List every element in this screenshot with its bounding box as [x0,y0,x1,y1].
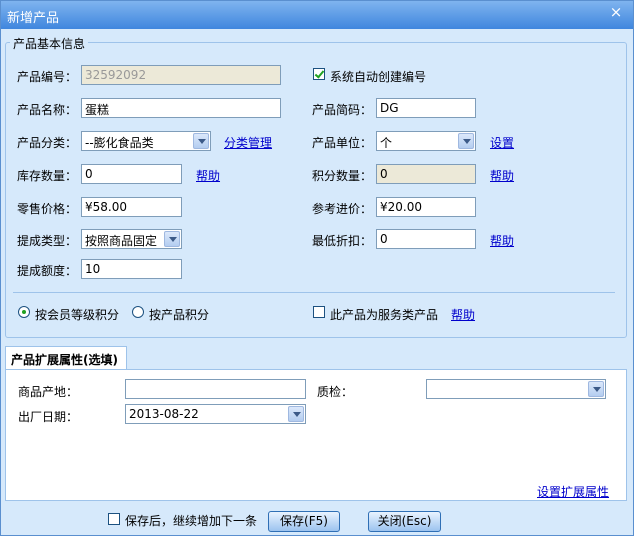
unit-select[interactable]: 个 [376,131,476,151]
member-level-points-label: 按会员等级积分 [35,308,120,322]
ref-price-input[interactable]: ¥20.00 [376,197,476,217]
commission-type-value: 按照商品固定比 [85,234,158,248]
product-name-input[interactable]: 蛋糕 [81,98,281,118]
member-level-points-radio[interactable] [18,306,30,318]
quality-select[interactable] [426,379,606,399]
tab-extension-attributes[interactable]: 产品扩展属性(选填) [5,346,127,370]
divider [13,292,615,293]
retail-price-input[interactable]: ¥58.00 [81,197,182,217]
basic-info-group [5,42,627,338]
points-help-link[interactable]: 帮助 [490,167,514,184]
category-manage-link[interactable]: 分类管理 [224,134,272,151]
category-value: --膨化食品类 [85,136,154,150]
points-input: 0 [376,164,476,184]
factory-date-picker[interactable]: 2013-08-22 [125,404,306,424]
save-button[interactable]: 保存(F5) [268,511,340,532]
auto-code-label: 系统自动创建编号 [330,70,427,84]
chevron-down-icon[interactable] [288,406,304,422]
points-label: 积分数量： [312,169,373,183]
commission-type-label: 提成类型： [17,234,78,248]
origin-label: 商品产地： [18,385,79,399]
unit-label: 产品单位： [312,136,373,150]
new-product-dialog: 新增产品 × 产品基本信息 产品编号： 32592092 系统自动创建编号 产品… [0,0,634,536]
category-select[interactable]: --膨化食品类 [81,131,211,151]
retail-price-label: 零售价格： [17,202,78,216]
close-icon[interactable]: × [607,3,625,21]
commission-amount-label: 提成额度： [17,264,78,278]
origin-input[interactable] [125,379,306,399]
close-button[interactable]: 关闭(Esc) [368,511,441,532]
continue-add-label: 保存后，继续增加下一条 [125,514,258,528]
factory-date-label: 出厂日期： [18,410,79,424]
continue-add-checkbox[interactable] [108,513,120,525]
stock-label: 库存数量： [17,169,78,183]
commission-type-select[interactable]: 按照商品固定比 [81,229,182,249]
chevron-down-icon[interactable] [193,133,209,149]
basic-info-legend: 产品基本信息 [10,35,89,52]
category-label: 产品分类： [17,136,78,150]
chevron-down-icon[interactable] [458,133,474,149]
product-points-label: 按产品积分 [149,308,210,322]
min-discount-input[interactable]: 0 [376,229,476,249]
unit-settings-link[interactable]: 设置 [490,134,514,151]
product-code-input: 32592092 [81,65,281,85]
commission-amount-input[interactable]: 10 [81,259,182,279]
stock-help-link[interactable]: 帮助 [196,167,220,184]
ext-settings-link[interactable]: 设置扩展属性 [537,483,609,500]
product-points-radio[interactable] [132,306,144,318]
short-code-label: 产品简码： [312,103,373,117]
discount-help-link[interactable]: 帮助 [490,232,514,249]
auto-code-checkbox[interactable] [313,68,325,80]
unit-value: 个 [380,136,393,150]
stock-input[interactable]: 0 [81,164,182,184]
min-discount-label: 最低折扣： [312,234,373,248]
product-name-label: 产品名称： [17,103,78,117]
product-code-label: 产品编号： [17,70,78,84]
service-product-label: 此产品为服务类产品 [330,308,439,322]
ref-price-label: 参考进价： [312,202,373,216]
quality-label: 质检： [317,385,354,399]
short-code-input[interactable]: DG [376,98,476,118]
service-product-checkbox[interactable] [313,306,325,318]
chevron-down-icon[interactable] [164,231,180,247]
service-help-link[interactable]: 帮助 [451,306,475,323]
window-title: 新增产品 [7,11,60,26]
title-bar[interactable]: 新增产品 × [1,1,633,29]
factory-date-value: 2013-08-22 [129,407,199,421]
chevron-down-icon[interactable] [588,381,604,397]
